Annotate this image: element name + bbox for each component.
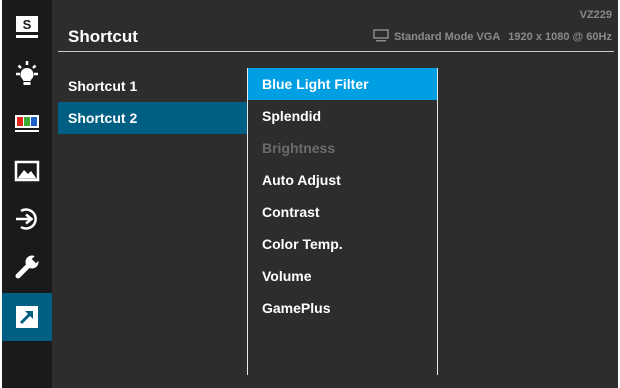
option-color-temp[interactable]: Color Temp. [248, 228, 437, 260]
image-icon[interactable] [2, 147, 52, 195]
osd-menu: S Shortcut VZ229 Standard Mode VGA 1920 … [2, 0, 618, 388]
wrench-icon[interactable] [2, 243, 52, 291]
svg-text:S: S [23, 17, 32, 32]
monitor-icon [373, 29, 389, 45]
menu-item-shortcut-1[interactable]: Shortcut 1 [58, 70, 247, 102]
option-gameplus[interactable]: GamePlus [248, 292, 437, 324]
shortcut-options-panel: Blue Light Filter Splendid Brightness Au… [247, 68, 438, 375]
mode-label: Standard Mode VGA [393, 31, 501, 43]
blue-light-icon[interactable] [2, 51, 52, 99]
option-brightness: Brightness [262, 140, 336, 156]
option-volume[interactable]: Volume [248, 260, 437, 292]
sidebar: S [2, 0, 52, 388]
option-splendid[interactable]: Splendid [248, 100, 437, 132]
color-bars-icon[interactable] [2, 99, 52, 147]
option-blue-light-filter[interactable]: Blue Light Filter [248, 68, 437, 100]
input-select-icon[interactable] [2, 195, 52, 243]
shortcut-menu: Shortcut 1 Shortcut 2 [58, 70, 247, 134]
resolution-label: 1920 x 1080 @ 60Hz [508, 31, 612, 43]
menu-item-shortcut-2[interactable]: Shortcut 2 [58, 102, 247, 134]
shortcut-arrow-icon[interactable] [2, 293, 52, 341]
option-contrast[interactable]: Contrast [248, 196, 437, 228]
header-divider [58, 51, 614, 52]
splendid-s-icon[interactable]: S [2, 3, 52, 51]
model-name: VZ229 [579, 9, 612, 21]
page-title: Shortcut [68, 27, 138, 46]
status-line: Standard Mode VGA 1920 x 1080 @ 60Hz [373, 29, 612, 45]
option-auto-adjust[interactable]: Auto Adjust [248, 164, 437, 196]
